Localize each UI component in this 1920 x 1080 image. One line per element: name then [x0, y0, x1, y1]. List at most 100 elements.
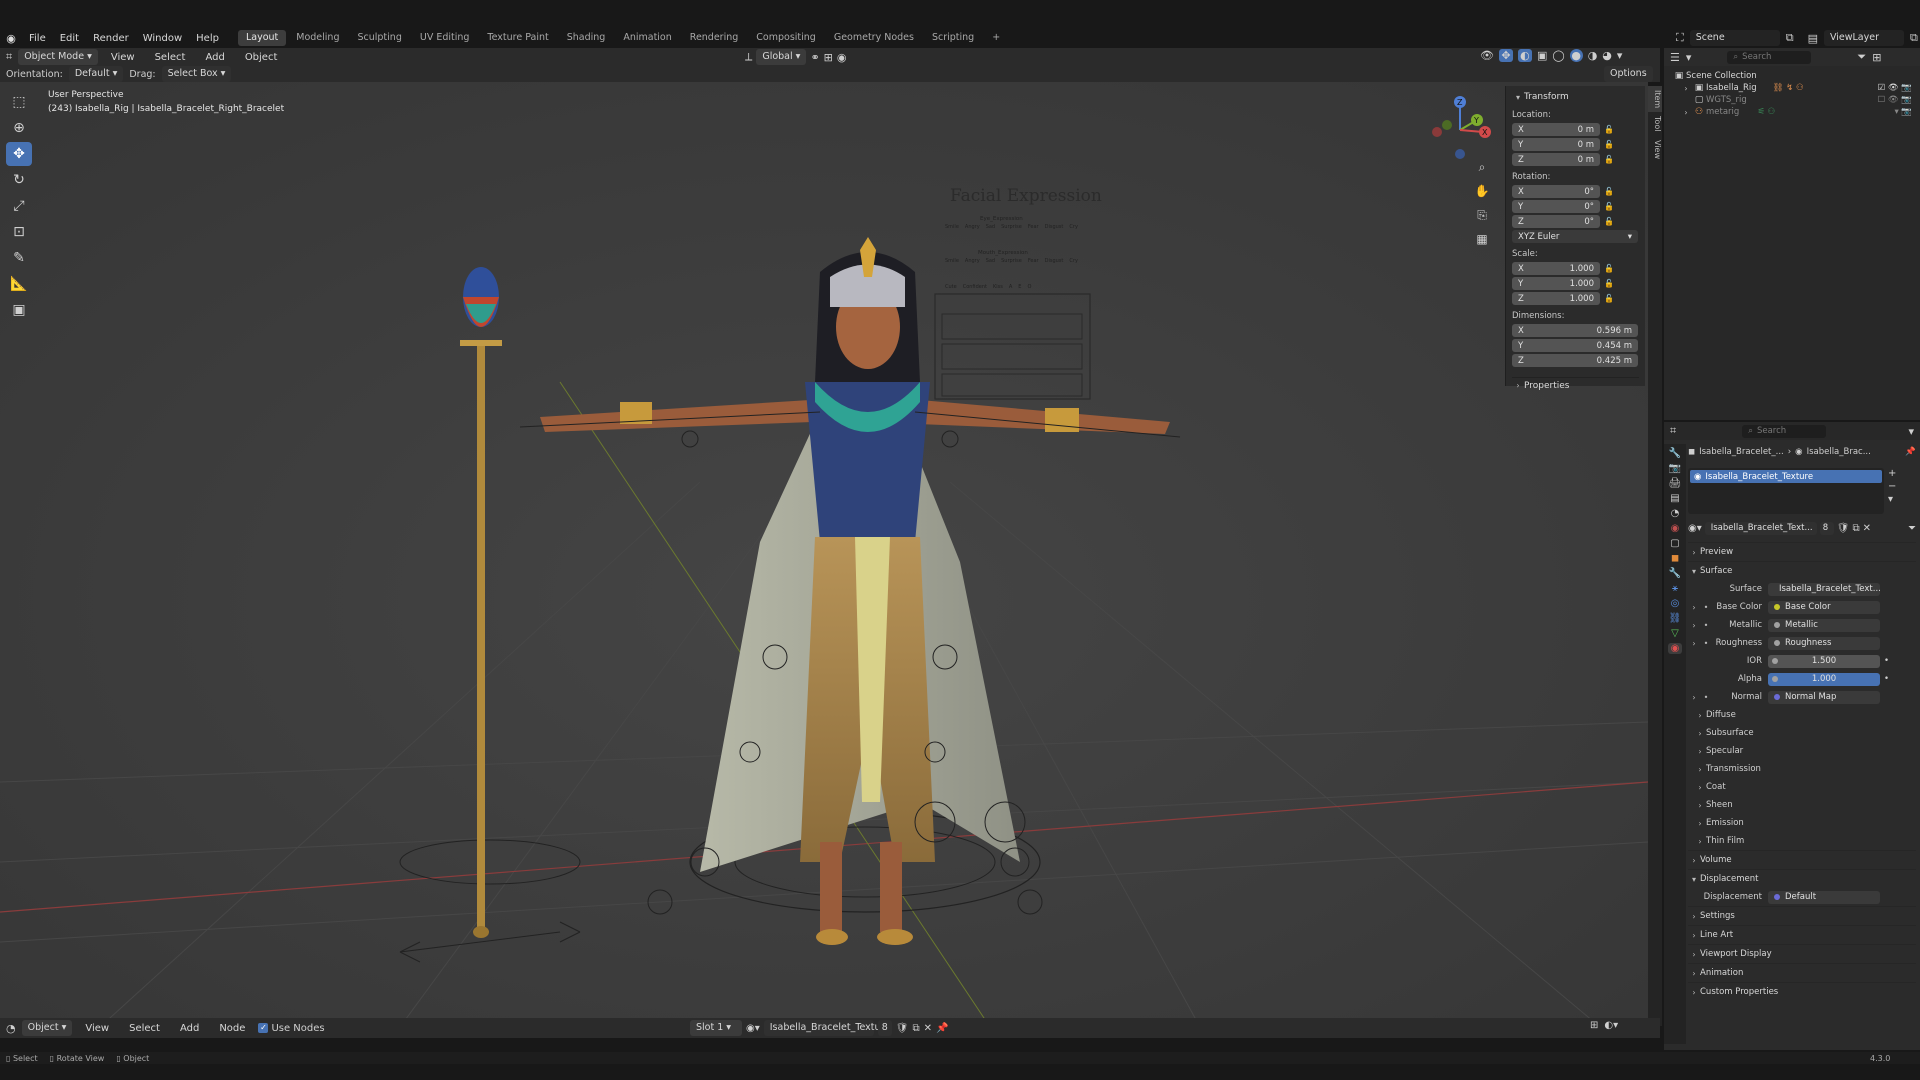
modifiers-tab-icon[interactable]: 🔧 — [1669, 568, 1681, 579]
object-mode-dropdown[interactable]: Object Mode ▾ — [18, 49, 98, 65]
shader-material-field[interactable]: Isabella_Bracelet_Texture — [763, 1020, 890, 1036]
tab-layout[interactable]: Layout — [237, 30, 287, 46]
slot-dropdown[interactable]: Slot 1 ▾ — [690, 1020, 742, 1036]
display-mode-icon[interactable]: ▾ — [1686, 51, 1692, 64]
material-name-field[interactable]: Isabella_Bracelet_Text... — [1704, 521, 1817, 535]
options-dropdown[interactable]: Options — [1604, 66, 1653, 82]
gizmo-toggle-icon[interactable]: ✥ — [1498, 49, 1513, 62]
scale-z-field[interactable]: Z 1.000 — [1512, 292, 1600, 305]
collection-tab-icon[interactable]: ▢ — [1670, 538, 1679, 549]
material-browse-icon[interactable]: ◉▾ — [1688, 523, 1702, 534]
add-workspace-icon[interactable]: + — [984, 30, 1008, 46]
annotate-icon[interactable]: ✎ — [6, 246, 32, 270]
lock-icon[interactable]: 🔓 — [1604, 125, 1614, 134]
add-cube-icon[interactable]: ▣ — [6, 298, 32, 322]
constraints-tab-icon[interactable]: ⛓ — [1669, 613, 1682, 624]
shader-menu-node[interactable]: Node — [212, 1023, 252, 1034]
new-collection-icon[interactable]: ⊞ — [1872, 51, 1881, 64]
bracelet-right[interactable] — [1045, 408, 1079, 432]
tab-compositing[interactable]: Compositing — [748, 30, 824, 46]
section-volume[interactable]: › Volume — [1688, 850, 1916, 869]
zoom-icon[interactable]: ⌕ — [1472, 157, 1492, 177]
properties-search[interactable]: ⌕ Search — [1742, 424, 1827, 438]
section-line-art[interactable]: › Line Art — [1688, 925, 1916, 944]
shader-editor-icon[interactable]: ◔ — [6, 1022, 16, 1035]
shading-solid-icon[interactable]: ● — [1569, 49, 1583, 62]
overlay-icon[interactable]: ◐ — [1517, 49, 1532, 62]
rotate-icon[interactable]: ↻ — [6, 168, 32, 192]
object-tab-icon[interactable]: ◼ — [1671, 553, 1679, 564]
add-slot-icon[interactable]: + — [1888, 468, 1896, 479]
rotation-z-field[interactable]: Z 0° — [1512, 215, 1600, 228]
scene-tab-icon[interactable]: ◔ — [1671, 508, 1680, 519]
subsection-thin-film[interactable]: › Thin Film — [1688, 832, 1916, 850]
ior-field[interactable]: 1.500 — [1768, 654, 1880, 668]
orientation-dropdown[interactable]: Default ▾ — [68, 66, 124, 82]
dimensions-x-field[interactable]: X 0.596 m — [1512, 324, 1638, 337]
tab-scripting[interactable]: Scripting — [924, 30, 982, 46]
transform-icon[interactable]: ⊡ — [6, 220, 32, 244]
fake-user-icon[interactable]: 🛡 — [1837, 523, 1850, 534]
subsection-sheen[interactable]: › Sheen — [1688, 796, 1916, 814]
duplicate-icon[interactable]: ⧉ — [913, 1023, 920, 1034]
shader-menu-select[interactable]: Select — [122, 1023, 167, 1034]
tab-tool[interactable]: Tool — [1648, 112, 1662, 136]
lock-icon[interactable]: 🔓 — [1604, 187, 1614, 196]
editor-type-icon[interactable]: ⌗ — [6, 50, 12, 64]
subsection-specular[interactable]: › Specular — [1688, 742, 1916, 760]
metallic-field[interactable]: Metallic — [1768, 618, 1880, 632]
lock-icon[interactable]: 🔓 — [1604, 294, 1614, 303]
slot-menu-icon[interactable]: ▾ — [1888, 494, 1896, 505]
displacement-field[interactable]: Default — [1768, 890, 1880, 904]
tab-rendering[interactable]: Rendering — [682, 30, 747, 46]
lock-icon[interactable]: 🔓 — [1604, 155, 1614, 164]
lock-icon[interactable]: 🔓 — [1604, 279, 1614, 288]
keyframe-dot-icon[interactable]: • — [1884, 656, 1889, 666]
menu-object[interactable]: Object — [238, 52, 285, 63]
surface-shader-field[interactable]: Isabella_Bracelet_Text... — [1768, 582, 1881, 596]
dimensions-z-field[interactable]: Z 0.425 m — [1512, 354, 1638, 367]
section-animation[interactable]: › Animation — [1688, 963, 1916, 982]
remove-slot-icon[interactable]: − — [1888, 481, 1896, 492]
shading-wireframe-icon[interactable]: ◯ — [1552, 49, 1564, 62]
tab-modeling[interactable]: Modeling — [288, 30, 347, 46]
measure-icon[interactable]: 📐 — [6, 272, 32, 296]
tab-texture-paint[interactable]: Texture Paint — [479, 30, 556, 46]
normal-field[interactable]: Normal Map — [1768, 690, 1880, 704]
outliner-editor-icon[interactable]: ☰ — [1670, 51, 1680, 64]
use-nodes-checkbox[interactable]: ✓ Use Nodes — [258, 1023, 325, 1034]
tab-uv-editing[interactable]: UV Editing — [412, 30, 478, 46]
tab-view[interactable]: View — [1648, 136, 1662, 163]
dimensions-y-field[interactable]: Y 0.454 m — [1512, 339, 1638, 352]
menu-window[interactable]: Window — [136, 33, 189, 44]
material-tab-icon[interactable]: ◉ — [1667, 643, 1683, 654]
transform-orientation-dropdown[interactable]: Global ▾ — [756, 49, 807, 65]
data-tab-icon[interactable]: ▽ — [1671, 628, 1679, 639]
menu-edit[interactable]: Edit — [53, 33, 86, 44]
scale-y-field[interactable]: Y 1.000 — [1512, 277, 1600, 290]
blender-logo-icon[interactable]: ◉ — [0, 32, 22, 45]
outliner-item-wgts-rig[interactable]: ▢ WGTS_rig ☐ 👁 📷 — [1672, 94, 1912, 106]
shading-rendered-icon[interactable]: ◕ — [1602, 49, 1612, 62]
location-z-field[interactable]: Z 0 m — [1512, 153, 1600, 166]
section-settings[interactable]: › Settings — [1688, 906, 1916, 925]
rotation-mode-dropdown[interactable]: XYZ Euler ▾ — [1512, 230, 1638, 243]
physics-tab-icon[interactable]: ◎ — [1671, 598, 1680, 609]
section-displacement[interactable]: ▾ Displacement — [1688, 869, 1916, 888]
proportional-edit-icon[interactable]: ◉ — [837, 51, 847, 64]
scene-collection-row[interactable]: ▣ Scene Collection — [1672, 70, 1912, 82]
scale-icon[interactable]: ⤢ — [6, 194, 32, 218]
filter-icon[interactable]: ⏷ — [1908, 523, 1916, 534]
xray-icon[interactable]: ▣ — [1537, 49, 1547, 62]
material-browse-icon[interactable]: ◉▾ — [746, 1023, 760, 1034]
tab-item[interactable]: Item — [1648, 86, 1662, 113]
fake-user-icon[interactable]: 🛡 — [896, 1023, 909, 1034]
subsection-diffuse[interactable]: › Diffuse — [1688, 706, 1916, 724]
chevron-down-icon[interactable]: ▾ — [1908, 425, 1914, 438]
menu-help[interactable]: Help — [189, 33, 226, 44]
rotation-x-field[interactable]: X 0° — [1512, 185, 1600, 198]
properties-editor-icon[interactable]: ⌗ — [1670, 424, 1676, 438]
keyframe-dot-icon[interactable]: • — [1884, 674, 1889, 684]
pivot-icon[interactable]: ⚭ — [810, 51, 819, 64]
tab-animation[interactable]: Animation — [615, 30, 679, 46]
